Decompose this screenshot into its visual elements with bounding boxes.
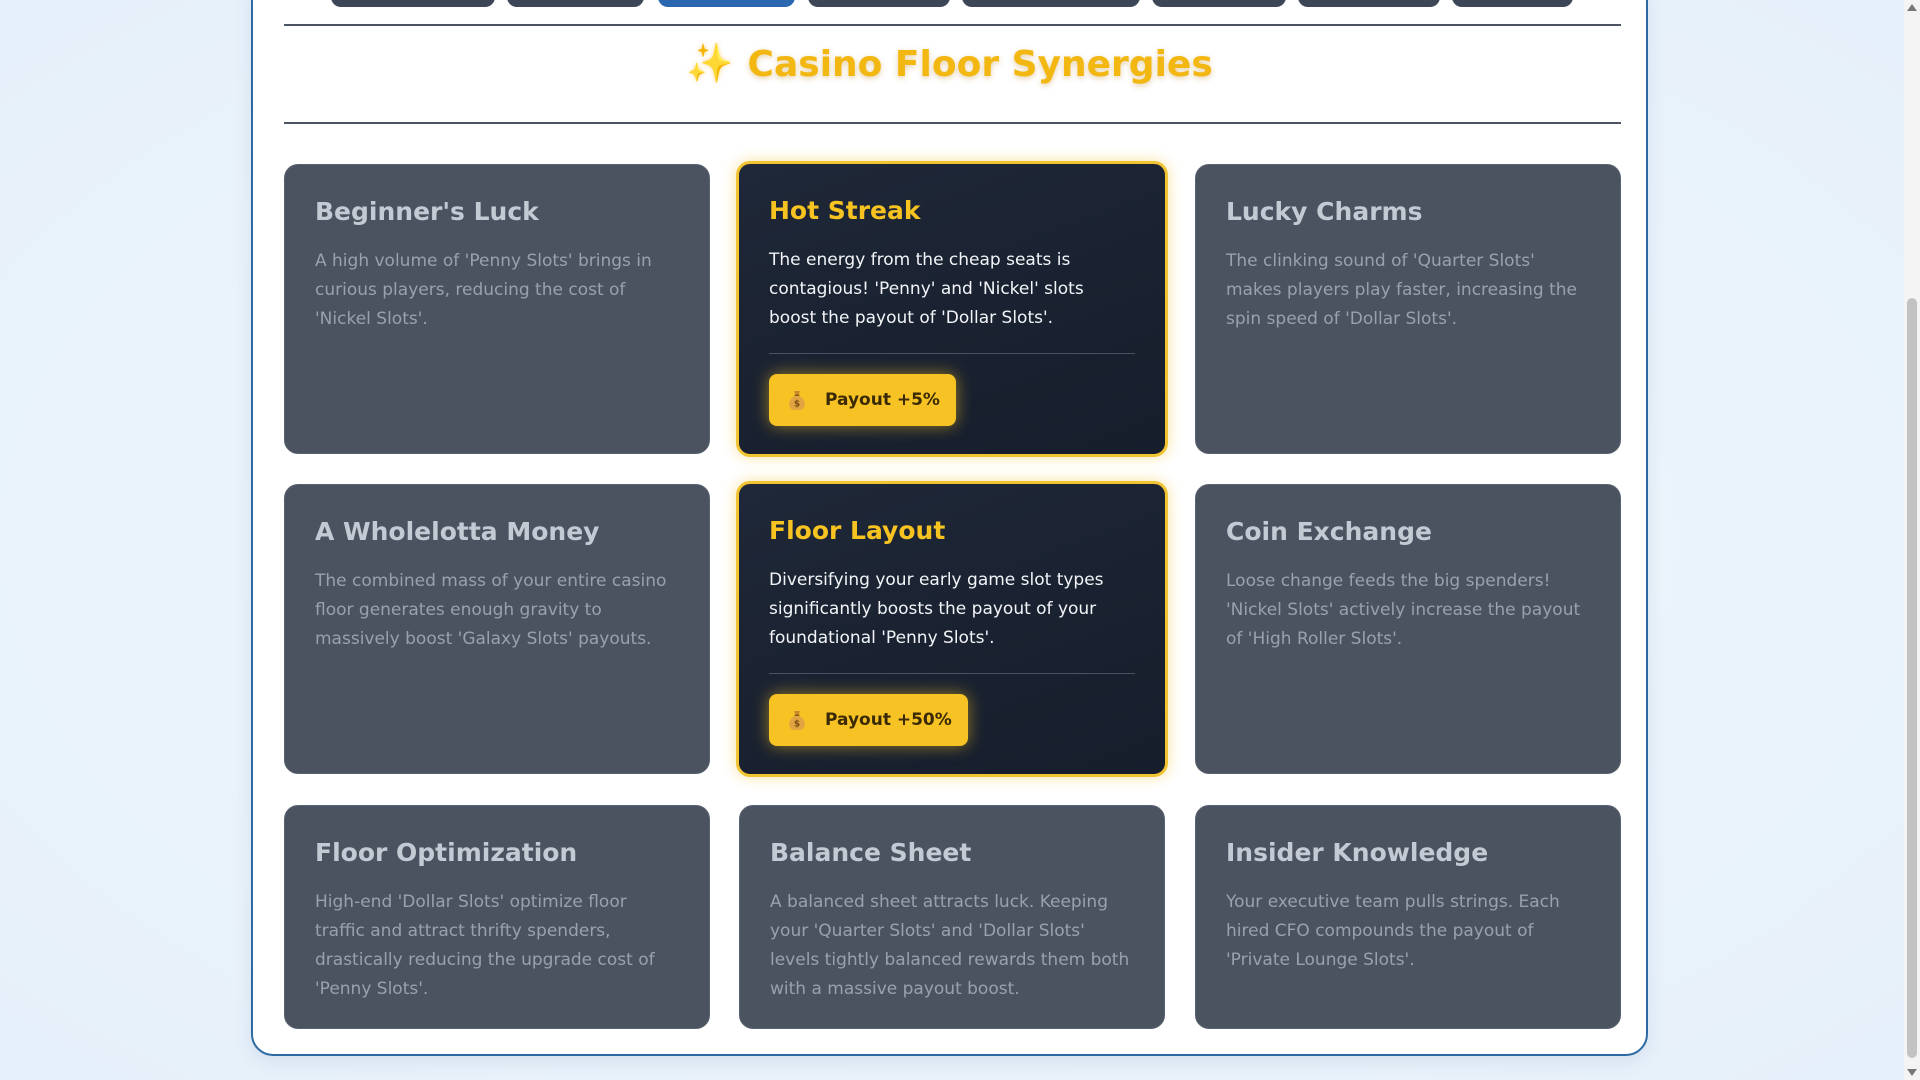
synergy-description: High-end 'Dollar Slots' optimize floor t… <box>315 892 655 999</box>
tab-8[interactable] <box>1452 0 1573 7</box>
synergy-title: Lucky Charms <box>1226 197 1423 226</box>
tab-1[interactable] <box>331 0 495 7</box>
synergy-title: Beginner's Luck <box>315 197 539 226</box>
tab-bar <box>253 0 1646 8</box>
synergy-card-balance-sheet[interactable]: Balance Sheet A balanced sheet attracts l… <box>739 805 1165 1029</box>
synergy-card-a-wholelotta-money[interactable]: A Wholelotta Money The combined mass of y… <box>284 484 710 774</box>
money-bag-icon: $ <box>787 709 807 731</box>
synergy-title: Floor Optimization <box>315 838 578 867</box>
synergy-title: Hot Streak <box>769 196 921 225</box>
synergy-description: The combined mass of your entire casino … <box>315 571 667 649</box>
synergy-description: Loose change feeds the big spenders! 'Ni… <box>1226 571 1581 649</box>
card-divider <box>769 673 1135 674</box>
synergy-card-insider-knowledge[interactable]: Insider Knowledge Your executive team pul… <box>1195 805 1621 1029</box>
money-bag-icon: $ <box>787 389 807 411</box>
synergy-title: Balance Sheet <box>770 838 972 867</box>
synergy-card-floor-layout[interactable]: Floor Layout Diversifying your early game… <box>736 481 1168 777</box>
synergy-description: Your executive team pulls strings. Each … <box>1226 892 1560 970</box>
synergy-card-floor-optimization[interactable]: Floor Optimization High-end 'Dollar Slots… <box>284 805 710 1029</box>
tab-7[interactable] <box>1298 0 1440 7</box>
section-title: Casino Floor Synergies <box>747 44 1213 85</box>
synergy-card-beginner-s-luck[interactable]: Beginner's Luck A high volume of 'Penny S… <box>284 164 710 454</box>
tab-2[interactable] <box>507 0 644 7</box>
synergy-title: Insider Knowledge <box>1226 838 1489 867</box>
scroll-down-arrow-icon[interactable] <box>1907 1069 1917 1076</box>
payout-badge: $ Payout +50% <box>769 694 968 746</box>
scroll-up-arrow-icon[interactable] <box>1907 4 1917 11</box>
synergy-description: Diversifying your early game slot types … <box>769 570 1104 648</box>
tab-5[interactable] <box>962 0 1140 7</box>
sparkles-icon: ✨ <box>686 41 734 85</box>
payout-badge: $ Payout +5% <box>769 374 956 426</box>
synergy-description: The clinking sound of 'Quarter Slots' ma… <box>1226 251 1577 329</box>
svg-text:$: $ <box>794 720 800 730</box>
vertical-scrollbar[interactable] <box>1904 0 1920 1080</box>
tab-synergies-active[interactable] <box>658 0 795 7</box>
tab-6[interactable] <box>1152 0 1286 7</box>
section-heading: ✨ Casino Floor Synergies <box>253 38 1646 90</box>
heading-divider <box>284 122 1621 124</box>
card-divider <box>769 353 1135 354</box>
tab-4[interactable] <box>808 0 950 7</box>
top-divider <box>284 24 1621 26</box>
synergy-description: The energy from the cheap seats is conta… <box>769 250 1084 328</box>
payout-badge-label: Payout +50% <box>825 710 952 730</box>
synergy-card-coin-exchange[interactable]: Coin Exchange Loose change feeds the big … <box>1195 484 1621 774</box>
scroll-thumb[interactable] <box>1907 298 1917 1058</box>
synergy-description: A high volume of 'Penny Slots' brings in… <box>315 251 652 329</box>
synergy-title: Floor Layout <box>769 516 946 545</box>
synergies-panel: ✨ Casino Floor Synergies Beginner's Luck A… <box>251 0 1648 1056</box>
synergy-description: A balanced sheet attracts luck. Keeping … <box>770 892 1130 999</box>
svg-text:$: $ <box>794 400 800 410</box>
synergy-card-hot-streak[interactable]: Hot Streak The energy from the cheap seat… <box>736 161 1168 457</box>
synergy-title: A Wholelotta Money <box>315 517 600 546</box>
payout-badge-label: Payout +5% <box>825 390 940 410</box>
synergy-card-lucky-charms[interactable]: Lucky Charms The clinking sound of 'Quart… <box>1195 164 1621 454</box>
synergy-title: Coin Exchange <box>1226 517 1432 546</box>
